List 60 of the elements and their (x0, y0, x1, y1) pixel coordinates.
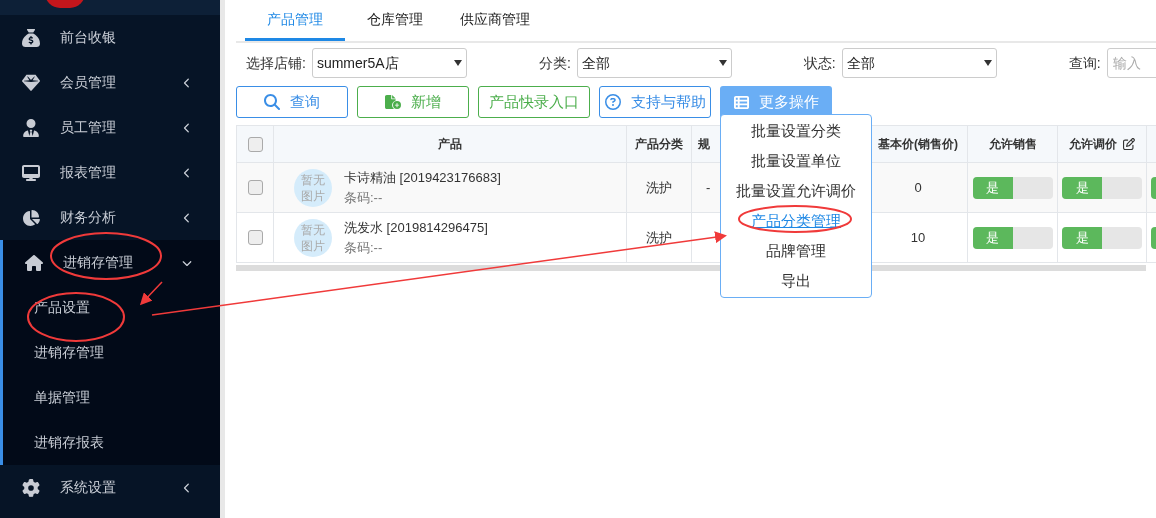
menu-item[interactable]: 批量设置允许调价 (721, 176, 871, 206)
money-bag-icon (22, 28, 40, 47)
file-plus-icon (385, 94, 401, 110)
filter-label: 选择店铺: (246, 53, 306, 73)
search-field[interactable]: 输入 (1106, 48, 1156, 78)
table-cell: 洗护 (627, 213, 692, 263)
chevron-left-icon (182, 77, 192, 88)
sidebar-item[interactable]: 财务分析 (0, 195, 220, 240)
chevron-left-icon (182, 122, 192, 133)
tab[interactable]: 供应商管理 (445, 0, 545, 41)
sidebar-item[interactable]: 进销存管理 (3, 240, 220, 285)
sidebar-item[interactable]: 报表管理 (0, 150, 220, 195)
help-icon (604, 94, 621, 110)
menu-item[interactable]: 导出 (721, 266, 871, 296)
barcode-text: 条码:-- (344, 188, 384, 207)
gem-icon (22, 73, 40, 92)
filter-label: 状态: (803, 53, 836, 73)
dropdown-select[interactable]: 全部 (841, 48, 997, 78)
monitor-icon (22, 163, 40, 182)
checkbox[interactable] (247, 136, 263, 152)
table-icon (733, 94, 749, 110)
column-header: 允许调价 (1069, 136, 1117, 153)
sidebar-item[interactable]: 系统设置 (0, 465, 220, 510)
checkbox[interactable] (247, 180, 263, 195)
dropdown-select[interactable]: summer5A店 (311, 48, 467, 78)
pie-chart-icon (22, 208, 40, 227)
no-image-text: 暂无图片 (301, 221, 325, 254)
chevron-left-icon (182, 482, 192, 493)
chevron-left-icon (182, 167, 192, 178)
sidebar-item[interactable]: 会员管理 (0, 60, 220, 105)
chevron-left-icon (182, 212, 192, 223)
sidebar-subitem[interactable]: 进销存报表 (3, 420, 220, 465)
table-cell-text: - (706, 178, 711, 197)
no-image-text: 暂无图片 (301, 171, 325, 204)
tab[interactable]: 仓库管理 (345, 0, 445, 41)
sidebar-item[interactable]: 员工管理 (0, 105, 220, 150)
checkbox[interactable] (247, 230, 263, 245)
settings-icon (22, 478, 40, 497)
table-cell: 10 (869, 213, 968, 263)
toolbar-button[interactable]: 查询 (236, 86, 348, 118)
barcode-text: 条码:-- (344, 238, 384, 257)
dropdown-caret-icon (983, 60, 992, 66)
dropdown-caret-icon (453, 60, 462, 66)
sidebar-subitem[interactable]: 进销存管理 (3, 330, 220, 375)
product-name: 洗发水 [2019814296475] (344, 219, 488, 237)
dropdown-caret-icon (718, 60, 727, 66)
search-icon (264, 94, 280, 110)
menu-item[interactable]: 产品分类管理 (721, 206, 871, 236)
filter-label: 分类: (538, 53, 571, 73)
house-icon (25, 253, 43, 272)
edit-icon (1123, 138, 1135, 150)
product-name: 卡诗精油 [2019423176683] (344, 169, 501, 187)
sidebar-subitem[interactable]: 单据管理 (3, 375, 220, 420)
sidebar-item[interactable]: 前台收银 (0, 15, 220, 60)
filter-label: 查询: (1068, 53, 1101, 73)
menu-item[interactable]: 品牌管理 (721, 236, 871, 266)
tab[interactable]: 产品管理 (245, 0, 345, 41)
dropdown-select[interactable]: 全部 (576, 48, 732, 78)
horizontal-scrollbar[interactable] (236, 265, 1146, 271)
user-icon (22, 118, 40, 137)
